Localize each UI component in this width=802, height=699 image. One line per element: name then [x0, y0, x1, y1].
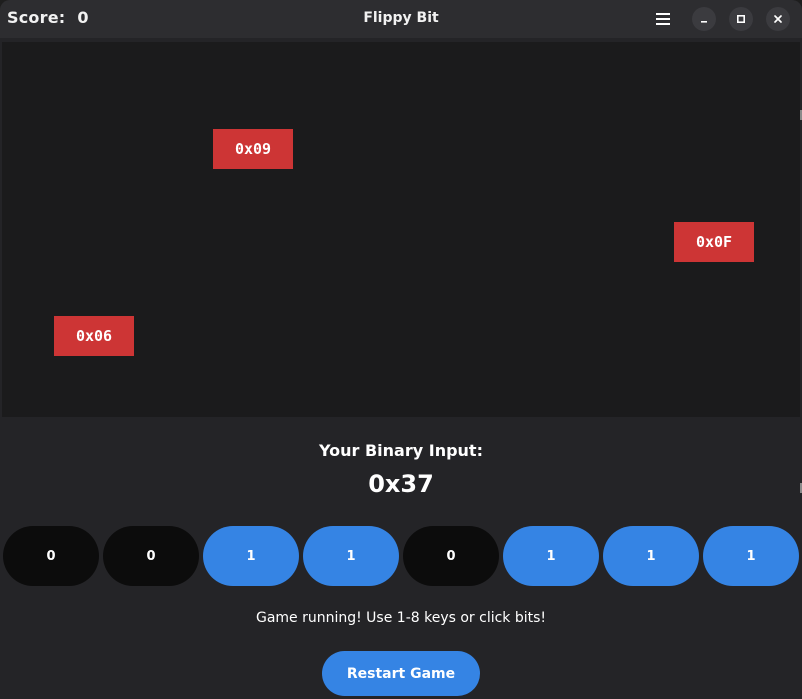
- maximize-button[interactable]: [729, 7, 753, 31]
- bit-toggle-3[interactable]: 1: [203, 526, 299, 586]
- close-icon: [774, 15, 782, 23]
- bit-toggle-6[interactable]: 1: [503, 526, 599, 586]
- bit-toggle-2[interactable]: 0: [103, 526, 199, 586]
- enemy-block: 0x06: [54, 316, 134, 356]
- window-title: Flippy Bit: [363, 10, 439, 26]
- bit-toggle-1[interactable]: 0: [3, 526, 99, 586]
- minimize-icon: [701, 21, 707, 23]
- close-button[interactable]: [766, 7, 790, 31]
- bit-value: 0: [146, 548, 156, 564]
- bit-toggle-7[interactable]: 1: [603, 526, 699, 586]
- minimize-button[interactable]: [692, 7, 716, 31]
- bit-value: 0: [46, 548, 56, 564]
- bit-value: 1: [546, 548, 556, 564]
- maximize-icon: [736, 14, 746, 24]
- play-area: 0x09 0x0F 0x06: [2, 42, 800, 417]
- game-window: Score: 0 Flippy Bit 0x09 0x0F 0x06 Your B…: [0, 0, 802, 699]
- bit-toggle-8[interactable]: 1: [703, 526, 799, 586]
- binary-input-label: Your Binary Input:: [319, 441, 483, 460]
- enemy-block: 0x09: [213, 129, 293, 169]
- bit-toggle-5[interactable]: 0: [403, 526, 499, 586]
- bit-value: 0: [446, 548, 456, 564]
- enemy-block: 0x0F: [674, 222, 754, 262]
- bit-toggle-4[interactable]: 1: [303, 526, 399, 586]
- hamburger-menu-icon[interactable]: [652, 8, 674, 30]
- bit-toggle-row: 0 0 1 1 0 1 1 1: [3, 526, 801, 586]
- restart-game-button[interactable]: Restart Game: [322, 651, 480, 696]
- game-status-text: Game running! Use 1-8 keys or click bits…: [255, 610, 547, 626]
- bit-value: 1: [746, 548, 756, 564]
- binary-input-hex-value: 0x37: [368, 470, 434, 498]
- bit-value: 1: [346, 548, 356, 564]
- bit-value: 1: [246, 548, 256, 564]
- titlebar: Score: 0 Flippy Bit: [0, 0, 802, 38]
- bit-value: 1: [646, 548, 656, 564]
